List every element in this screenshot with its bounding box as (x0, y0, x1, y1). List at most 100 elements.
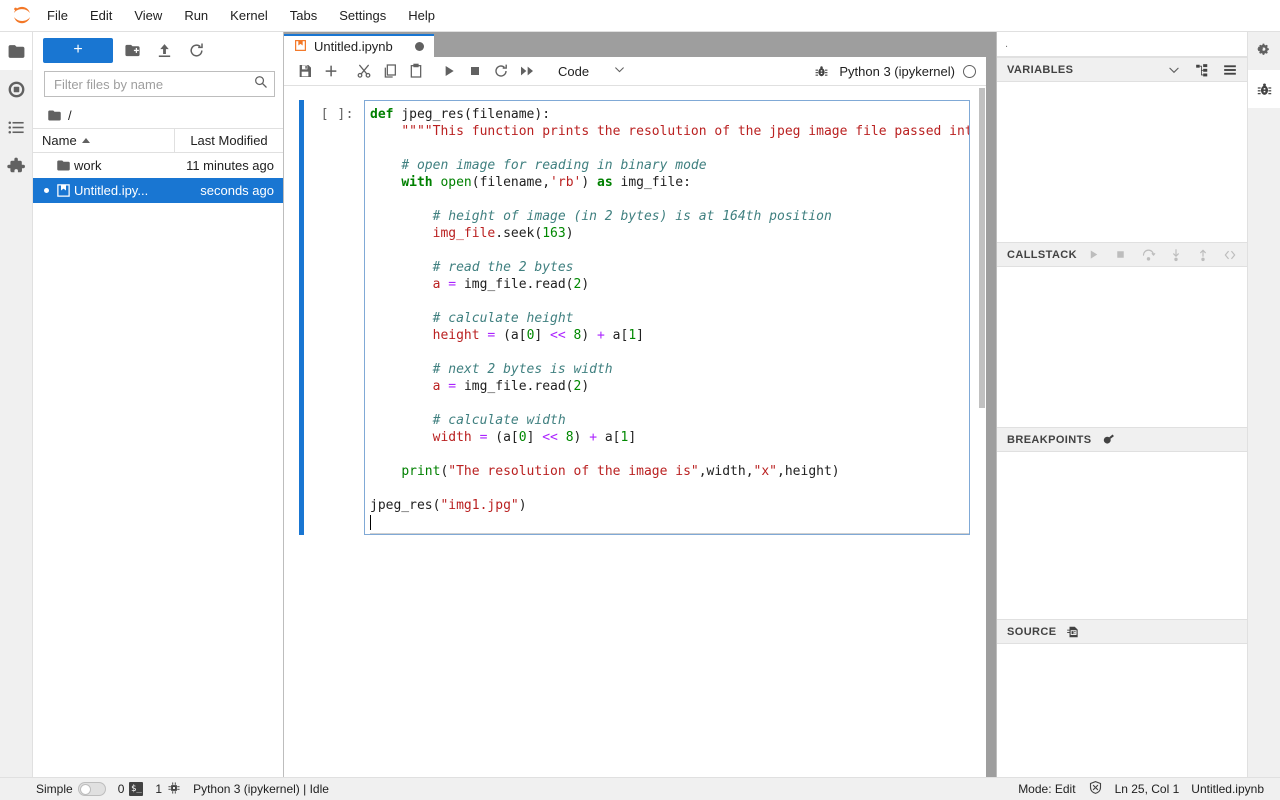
sidebar-item-table-of-contents[interactable] (0, 108, 32, 146)
sidebar-item-extension-manager[interactable] (0, 146, 32, 184)
simple-label: Simple (36, 782, 73, 796)
menu-item-file[interactable]: File (37, 4, 78, 27)
current-filename: Untitled.ipynb (1185, 778, 1270, 800)
notebook-trust-status[interactable] (1082, 778, 1109, 800)
menu-bar: File Edit View Run Kernel Tabs Settings … (0, 0, 1280, 32)
menu-item-settings[interactable]: Settings (329, 4, 396, 27)
variables-title: VARIABLES (1007, 64, 1073, 76)
terminals-status[interactable]: 0 $_ (112, 778, 150, 800)
folder-icon (47, 108, 62, 123)
paste-icon[interactable] (403, 59, 428, 84)
code-line: # next 2 bytes is width (370, 361, 969, 378)
step-out-icon[interactable] (1192, 245, 1213, 265)
upload-icon[interactable] (151, 38, 177, 62)
plus-icon[interactable] (318, 59, 343, 84)
filter-files-input[interactable] (54, 77, 253, 92)
notebook-icon (52, 183, 74, 198)
breakpoints-body[interactable] (997, 452, 1247, 619)
terminate-icon[interactable] (1110, 245, 1131, 265)
code-line (370, 344, 969, 361)
sidebar-item-file-browser[interactable] (0, 32, 32, 70)
source-body[interactable] (997, 644, 1247, 777)
cell-editor[interactable]: def jpeg_res(filename): """"This functio… (364, 100, 970, 535)
cell-prompt: [ ]: (304, 100, 364, 122)
menu-item-edit[interactable]: Edit (80, 4, 122, 27)
cell-bottom-rule (370, 533, 969, 534)
notebook-panel: Code Python 3 (ipykernel) [ ]: (284, 57, 986, 777)
code-line: img_file.seek(163) (370, 225, 969, 242)
status-bar: Simple 0 $_ 1 Python 3 (ipykernel) | Idl… (0, 777, 1280, 800)
code-line: # read the 2 bytes (370, 259, 969, 276)
step-over-icon[interactable] (1138, 245, 1159, 265)
terminal-icon: $_ (129, 782, 143, 796)
scrollbar-thumb[interactable] (979, 88, 985, 408)
scissors-icon[interactable] (351, 59, 376, 84)
simple-toggle-switch[interactable] (78, 782, 106, 796)
chevron-down-icon[interactable] (1163, 60, 1185, 80)
code-line (370, 446, 969, 463)
open-source-file-icon[interactable] (1062, 622, 1084, 642)
menu-item-tabs[interactable]: Tabs (280, 4, 327, 27)
variables-body[interactable] (997, 82, 1247, 242)
callstack-body[interactable] (997, 267, 1247, 427)
restart-icon[interactable] (488, 59, 513, 84)
unsaved-changes-icon[interactable] (415, 42, 424, 51)
list-item[interactable]: work 11 minutes ago (33, 153, 283, 178)
remove-all-breakpoints-icon[interactable] (1097, 430, 1119, 450)
fast-forward-icon[interactable] (514, 59, 539, 84)
sidebar-item-property-inspector[interactable] (1248, 32, 1280, 70)
tab-untitled-notebook[interactable]: Untitled.ipynb (284, 34, 434, 57)
notebook-toolbar: Code Python 3 (ipykernel) (284, 57, 986, 86)
code-cell[interactable]: [ ]: def jpeg_res(filename): """"This fu… (284, 100, 986, 535)
callstack-title: CALLSTACK (1007, 249, 1077, 261)
refresh-icon[interactable] (183, 38, 209, 62)
notebook-vertical-scrollbar[interactable] (978, 86, 986, 777)
file-modified: 11 minutes ago (175, 158, 283, 173)
copy-icon[interactable] (377, 59, 402, 84)
code-content[interactable]: def jpeg_res(filename): """"This functio… (370, 106, 969, 531)
breadcrumb[interactable]: / (33, 103, 283, 128)
editor-mode: Mode: Edit (1012, 778, 1081, 800)
list-item[interactable]: Untitled.ipy... seconds ago (33, 178, 283, 203)
cell-type-dropdown[interactable]: Code (552, 60, 630, 82)
kernel-icon (167, 781, 181, 798)
sidebar-item-debugger[interactable] (1248, 70, 1280, 108)
step-into-icon[interactable] (1165, 245, 1186, 265)
source-section-header: SOURCE (997, 619, 1247, 644)
kernels-status[interactable]: 1 (149, 778, 187, 800)
kernel-name-label[interactable]: Python 3 (ipykernel) (839, 64, 955, 79)
sidebar-item-running-sessions[interactable] (0, 70, 32, 108)
table-view-icon[interactable] (1219, 60, 1241, 80)
filter-files-input-wrapper[interactable] (44, 71, 275, 97)
save-icon[interactable] (292, 59, 317, 84)
code-line: width = (a[0] << 8) + a[1] (370, 429, 969, 446)
kernels-count: 1 (155, 782, 162, 796)
continue-icon[interactable] (1083, 245, 1104, 265)
tree-view-icon[interactable] (1191, 60, 1213, 80)
column-header-last-modified[interactable]: Last Modified (175, 129, 283, 152)
code-line-cursor (370, 514, 969, 531)
jupyter-logo-icon (8, 3, 36, 29)
menu-item-run[interactable]: Run (174, 4, 218, 27)
code-line (370, 395, 969, 412)
bug-icon[interactable] (809, 59, 834, 84)
new-launcher-button[interactable]: + (43, 38, 113, 63)
menu-item-view[interactable]: View (124, 4, 172, 27)
breakpoints-title: BREAKPOINTS (1007, 434, 1091, 446)
column-header-name[interactable]: Name (33, 129, 175, 152)
notebook-scroll-area[interactable]: [ ]: def jpeg_res(filename): """"This fu… (284, 86, 986, 777)
new-folder-icon[interactable] (119, 38, 145, 62)
simple-interface-toggle[interactable]: Simple (30, 778, 112, 800)
terminals-count: 0 (118, 782, 125, 796)
kernel-status-text[interactable]: Python 3 (ipykernel) | Idle (187, 778, 335, 800)
play-icon[interactable] (436, 59, 461, 84)
tab-bar: Untitled.ipynb (284, 32, 991, 57)
toggle-knob (80, 784, 91, 795)
callstack-section-header: CALLSTACK (997, 242, 1247, 267)
evaluate-code-icon[interactable] (1220, 245, 1241, 265)
menu-item-help[interactable]: Help (398, 4, 445, 27)
code-line: # open image for reading in binary mode (370, 157, 969, 174)
cursor-position: Ln 25, Col 1 (1109, 778, 1186, 800)
menu-item-kernel[interactable]: Kernel (220, 4, 278, 27)
stop-square-icon[interactable] (462, 59, 487, 84)
